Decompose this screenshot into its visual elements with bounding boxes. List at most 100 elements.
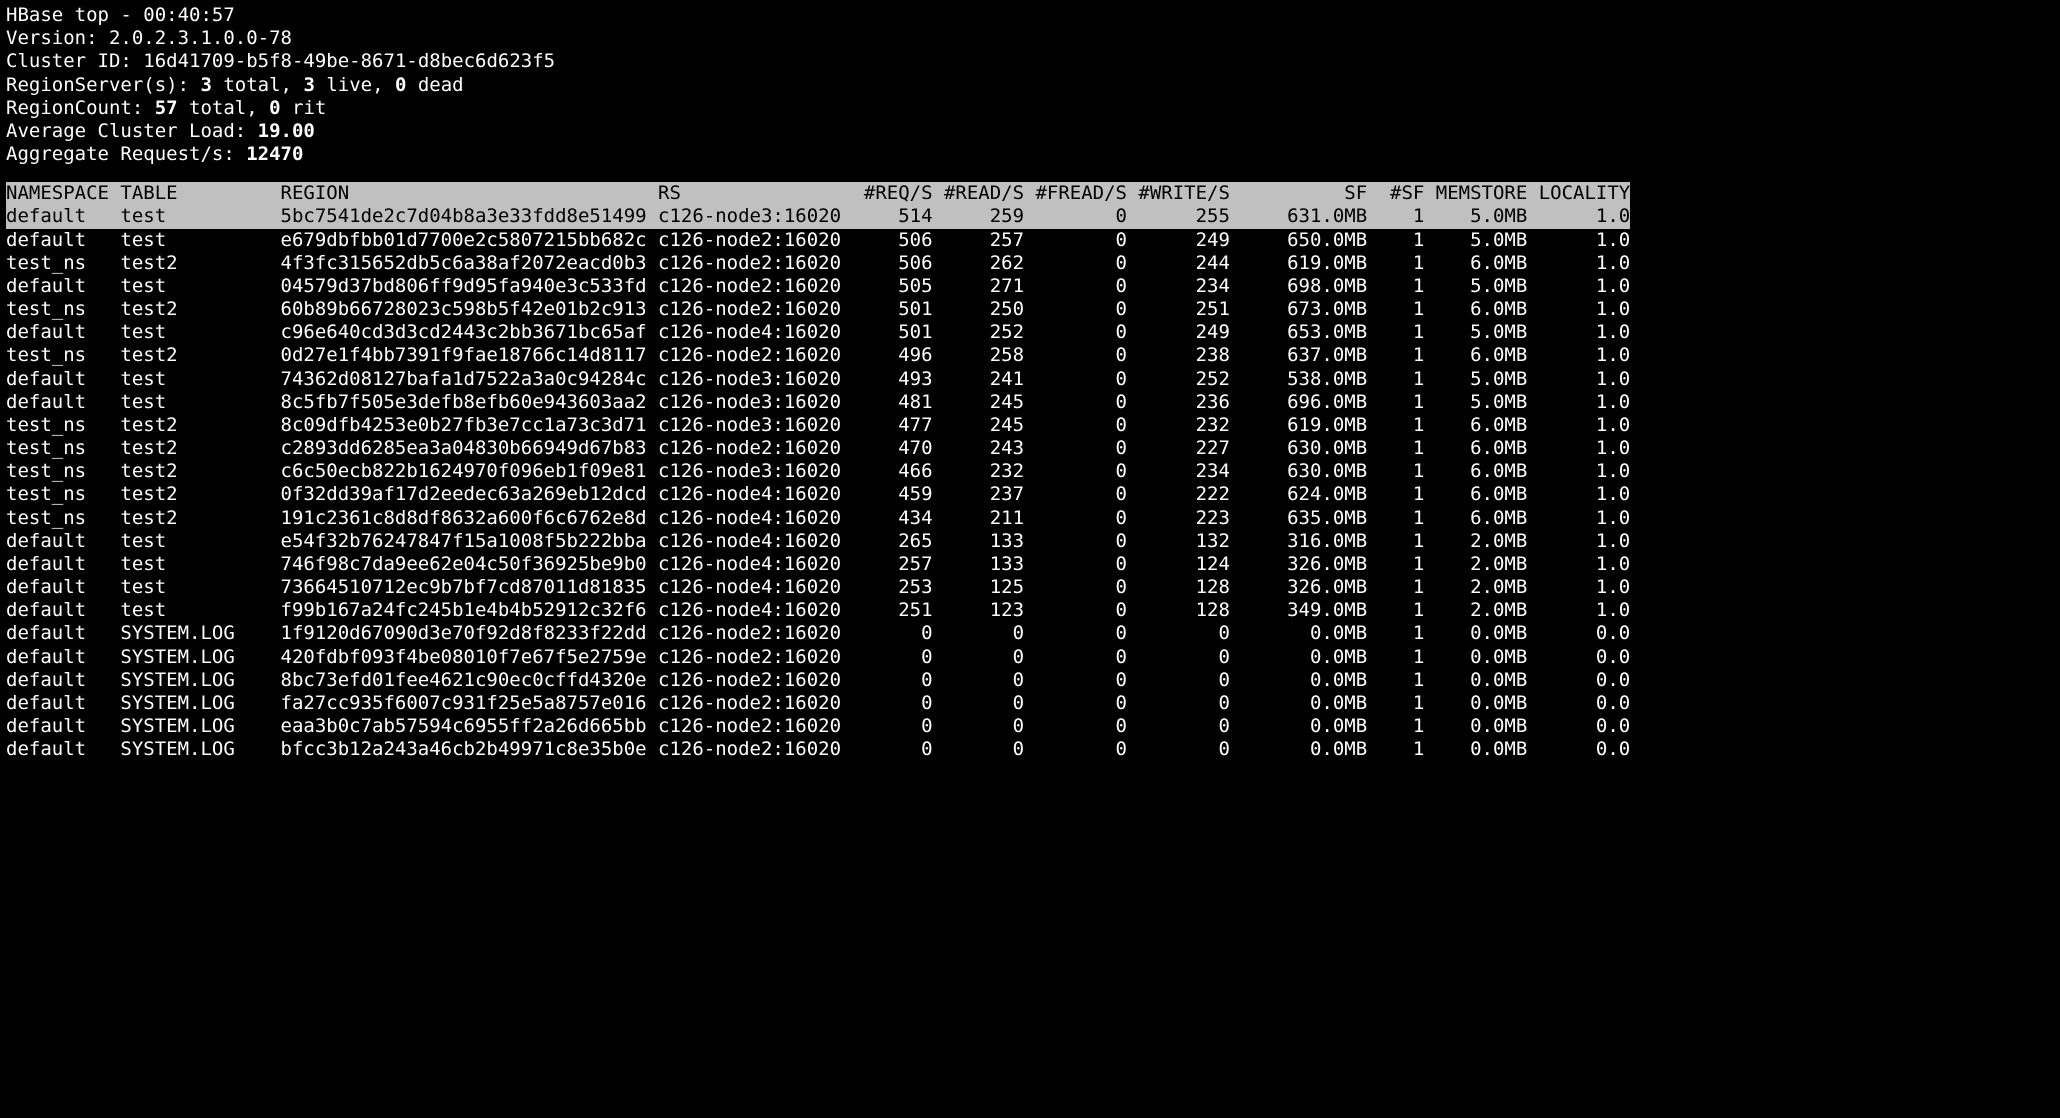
- table-row[interactable]: defaulttest04579d37bd806ff9d95fa940e3c53…: [6, 275, 1630, 298]
- cell-ns: test_ns: [6, 507, 120, 530]
- table-row[interactable]: defaulttest73664510712ec9b7bf7cd87011d81…: [6, 576, 1630, 599]
- table-row[interactable]: defaultSYSTEM.LOG8bc73efd01fee4621c90ec0…: [6, 669, 1630, 692]
- cell-nsf: 1: [1367, 669, 1424, 692]
- table-row[interactable]: defaulttest5bc7541de2c7d04b8a3e33fdd8e51…: [6, 205, 1630, 228]
- cell-read: 271: [933, 275, 1025, 298]
- cell-loc: 1.0: [1527, 229, 1630, 252]
- col-table[interactable]: TABLE: [120, 182, 280, 205]
- cell-rs: c126-node3:16020: [658, 460, 852, 483]
- table-row[interactable]: defaulttestf99b167a24fc245b1e4b4b52912c3…: [6, 599, 1630, 622]
- cell-write: 236: [1127, 391, 1230, 414]
- cell-loc: 1.0: [1527, 414, 1630, 437]
- cell-rs: c126-node2:16020: [658, 275, 852, 298]
- table-row[interactable]: defaultteste679dbfbb01d7700e2c5807215bb6…: [6, 229, 1630, 252]
- col-namespace[interactable]: NAMESPACE: [6, 182, 120, 205]
- cell-read: 0: [933, 715, 1025, 738]
- table-row[interactable]: test_nstest20f32dd39af17d2eedec63a269eb1…: [6, 483, 1630, 506]
- col-read[interactable]: #READ/S: [933, 182, 1025, 205]
- cell-req: 253: [852, 576, 932, 599]
- table-row[interactable]: test_nstest2c2893dd6285ea3a04830b66949d6…: [6, 437, 1630, 460]
- table-row[interactable]: defaulttest8c5fb7f505e3defb8efb60e943603…: [6, 391, 1630, 414]
- table-row[interactable]: test_nstest20d27e1f4bb7391f9fae18766c14d…: [6, 344, 1630, 367]
- col-write[interactable]: #WRITE/S: [1127, 182, 1230, 205]
- cell-region: 8bc73efd01fee4621c90ec0cffd4320e: [281, 669, 658, 692]
- table-row[interactable]: test_nstest2191c2361c8d8df8632a600f6c676…: [6, 507, 1630, 530]
- cell-write: 251: [1127, 298, 1230, 321]
- cell-sf: 630.0MB: [1230, 460, 1367, 483]
- cell-loc: 1.0: [1527, 553, 1630, 576]
- cell-req: 501: [852, 298, 932, 321]
- cell-loc: 0.0: [1527, 692, 1630, 715]
- table-row[interactable]: defaulttestc96e640cd3d3cd2443c2bb3671bc6…: [6, 321, 1630, 344]
- col-region[interactable]: REGION: [281, 182, 658, 205]
- cell-sf: 326.0MB: [1230, 576, 1367, 599]
- rs-label: RegionServer(s):: [6, 74, 200, 96]
- cell-req: 505: [852, 275, 932, 298]
- cell-write: 0: [1127, 622, 1230, 645]
- cell-sf: 0.0MB: [1230, 622, 1367, 645]
- cell-mem: 6.0MB: [1424, 252, 1527, 275]
- table-row[interactable]: defaultSYSTEM.LOG420fdbf093f4be08010f7e6…: [6, 646, 1630, 669]
- table-row[interactable]: test_nstest28c09dfb4253e0b27fb3e7cc1a73c…: [6, 414, 1630, 437]
- cell-rs: c126-node4:16020: [658, 576, 852, 599]
- cell-fread: 0: [1024, 622, 1127, 645]
- cell-req: 459: [852, 483, 932, 506]
- cell-sf: 653.0MB: [1230, 321, 1367, 344]
- cell-fread: 0: [1024, 646, 1127, 669]
- cell-mem: 5.0MB: [1424, 368, 1527, 391]
- table-row[interactable]: test_nstest260b89b66728023c598b5f42e01b2…: [6, 298, 1630, 321]
- col-memstore[interactable]: MEMSTORE: [1424, 182, 1527, 205]
- cell-table: test: [120, 321, 280, 344]
- cell-ns: default: [6, 391, 120, 414]
- cluster-value: 16d41709-b5f8-49be-8671-d8bec6d623f5: [143, 50, 555, 72]
- col-rs[interactable]: RS: [658, 182, 852, 205]
- cell-write: 222: [1127, 483, 1230, 506]
- rs-live: 3: [303, 74, 314, 96]
- cell-fread: 0: [1024, 553, 1127, 576]
- col-nsf[interactable]: #SF: [1367, 182, 1424, 205]
- cell-rs: c126-node2:16020: [658, 252, 852, 275]
- cell-region: 420fdbf093f4be08010f7e67f5e2759e: [281, 646, 658, 669]
- cell-mem: 5.0MB: [1424, 229, 1527, 252]
- cell-write: 234: [1127, 460, 1230, 483]
- cell-table: SYSTEM.LOG: [120, 646, 280, 669]
- table-row[interactable]: test_nstest24f3fc315652db5c6a38af2072eac…: [6, 252, 1630, 275]
- col-locality[interactable]: LOCALITY: [1527, 182, 1630, 205]
- regioncount-line: RegionCount: 57 total, 0 rit: [6, 97, 2054, 120]
- cell-rs: c126-node4:16020: [658, 483, 852, 506]
- cell-mem: 5.0MB: [1424, 391, 1527, 414]
- cell-req: 496: [852, 344, 932, 367]
- table-row[interactable]: defaulttest746f98c7da9ee62e04c50f36925be…: [6, 553, 1630, 576]
- table-row[interactable]: defaultSYSTEM.LOGbfcc3b12a243a46cb2b4997…: [6, 738, 1630, 761]
- col-fread[interactable]: #FREAD/S: [1024, 182, 1127, 205]
- table-row[interactable]: test_nstest2c6c50ecb822b1624970f096eb1f0…: [6, 460, 1630, 483]
- table-row[interactable]: defaultSYSTEM.LOGfa27cc935f6007c931f25e5…: [6, 692, 1630, 715]
- cell-loc: 1.0: [1527, 483, 1630, 506]
- cell-nsf: 1: [1367, 692, 1424, 715]
- cell-ns: test_ns: [6, 344, 120, 367]
- cell-table: test: [120, 530, 280, 553]
- table-row[interactable]: defaultSYSTEM.LOG1f9120d67090d3e70f92d8f…: [6, 622, 1630, 645]
- cell-mem: 6.0MB: [1424, 344, 1527, 367]
- col-req[interactable]: #REQ/S: [852, 182, 932, 205]
- cell-ns: test_ns: [6, 298, 120, 321]
- cell-read: 123: [933, 599, 1025, 622]
- cell-write: 232: [1127, 414, 1230, 437]
- cell-sf: 696.0MB: [1230, 391, 1367, 414]
- table-row[interactable]: defaultSYSTEM.LOGeaa3b0c7ab57594c6955ff2…: [6, 715, 1630, 738]
- cell-sf: 0.0MB: [1230, 669, 1367, 692]
- cell-table: test: [120, 391, 280, 414]
- cell-req: 506: [852, 229, 932, 252]
- col-sf[interactable]: SF: [1230, 182, 1367, 205]
- cell-table: test2: [120, 414, 280, 437]
- agg-value: 12470: [246, 143, 303, 165]
- cell-mem: 6.0MB: [1424, 507, 1527, 530]
- cell-read: 245: [933, 391, 1025, 414]
- acl-value: 19.00: [258, 120, 315, 142]
- table-row[interactable]: defaultteste54f32b76247847f15a1008f5b222…: [6, 530, 1630, 553]
- cell-nsf: 1: [1367, 414, 1424, 437]
- cell-ns: default: [6, 715, 120, 738]
- table-row[interactable]: defaulttest74362d08127bafa1d7522a3a0c942…: [6, 368, 1630, 391]
- cell-region: 5bc7541de2c7d04b8a3e33fdd8e51499: [281, 205, 658, 228]
- cell-mem: 0.0MB: [1424, 692, 1527, 715]
